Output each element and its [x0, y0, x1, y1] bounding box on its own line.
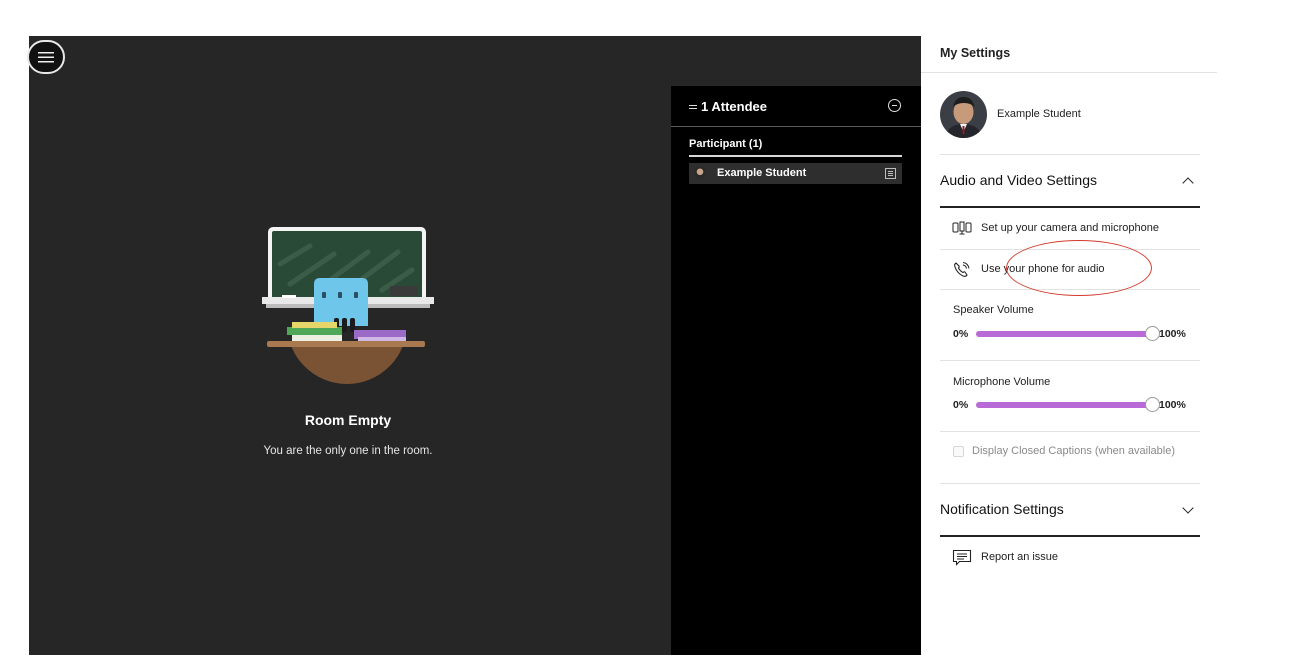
phone-audio-button[interactable]: Use your phone for audio: [940, 249, 1200, 289]
speaker-volume-fill: [976, 331, 1152, 337]
drag-handle-icon[interactable]: [689, 105, 697, 109]
attendee-panel: 1 Attendee Participant (1) Example Stude…: [671, 86, 921, 655]
avatar[interactable]: [940, 91, 987, 138]
profile-name: Example Student: [997, 108, 1081, 120]
my-settings-panel: My Settings Example Student Audio and Vi…: [921, 36, 1217, 672]
chevron-up-icon: [1182, 177, 1194, 189]
empty-room-area: Room Empty You are the only one in the r…: [29, 36, 671, 655]
report-issue-button[interactable]: Report an issue: [940, 537, 1200, 577]
notification-settings-label: Notification Settings: [940, 501, 1064, 517]
microphone-volume-fill: [976, 402, 1152, 408]
collapse-panel-icon[interactable]: [888, 99, 901, 112]
session-stage: Room Empty You are the only one in the r…: [27, 36, 921, 655]
report-issue-label: Report an issue: [981, 551, 1059, 563]
attendee-count-title: 1 Attendee: [701, 99, 767, 114]
profile-photo: [940, 91, 987, 138]
closed-captions-checkbox-row[interactable]: Display Closed Captions (when available): [953, 444, 1200, 460]
divider: [940, 289, 1200, 290]
audio-video-settings-label: Audio and Video Settings: [940, 172, 1097, 188]
settings-title: My Settings: [940, 46, 1011, 60]
camera-microphone-icon: [952, 221, 972, 235]
notification-settings-toggle[interactable]: Notification Settings: [940, 495, 1200, 525]
room-empty-subtitle: You are the only one in the room.: [263, 445, 433, 457]
speaker-volume-min: 0%: [953, 328, 969, 340]
attendee-panel-header: 1 Attendee: [671, 86, 921, 127]
speaker-volume-knob[interactable]: [1145, 326, 1160, 341]
attendee-options-icon[interactable]: [885, 168, 896, 179]
attendee-avatar: [694, 167, 706, 179]
phone-icon: [954, 262, 970, 277]
microphone-volume-max: 100%: [1159, 399, 1186, 411]
microphone-volume-knob[interactable]: [1145, 397, 1160, 412]
speaker-volume-max: 100%: [1159, 328, 1186, 340]
room-empty-title: Room Empty: [304, 412, 392, 428]
microphone-volume-min: 0%: [953, 399, 969, 411]
attendee-row[interactable]: Example Student: [689, 163, 902, 184]
setup-camera-microphone-button[interactable]: Set up your camera and microphone: [940, 208, 1200, 248]
speaker-volume-label: Speaker Volume: [953, 304, 1034, 316]
attendee-name: Example Student: [717, 167, 807, 179]
microphone-volume-slider[interactable]: [976, 397, 1160, 412]
divider: [940, 431, 1200, 432]
report-issue-icon: [952, 549, 972, 566]
closed-captions-checkbox[interactable]: [953, 446, 964, 457]
participant-group-label: Participant (1): [689, 138, 763, 150]
divider: [921, 72, 1217, 73]
microphone-volume-label: Microphone Volume: [953, 376, 1051, 388]
divider: [940, 483, 1200, 484]
chevron-down-icon: [1182, 502, 1194, 514]
setup-camera-microphone-label: Set up your camera and microphone: [981, 222, 1159, 234]
phone-audio-label: Use your phone for audio: [981, 263, 1105, 275]
group-divider: [689, 155, 902, 157]
divider: [940, 360, 1200, 361]
speaker-volume-slider[interactable]: [976, 326, 1160, 341]
closed-captions-label: Display Closed Captions (when available): [972, 445, 1175, 457]
divider: [940, 154, 1200, 155]
empty-classroom-illustration: [262, 227, 434, 384]
audio-video-settings-toggle[interactable]: Audio and Video Settings: [940, 166, 1200, 196]
